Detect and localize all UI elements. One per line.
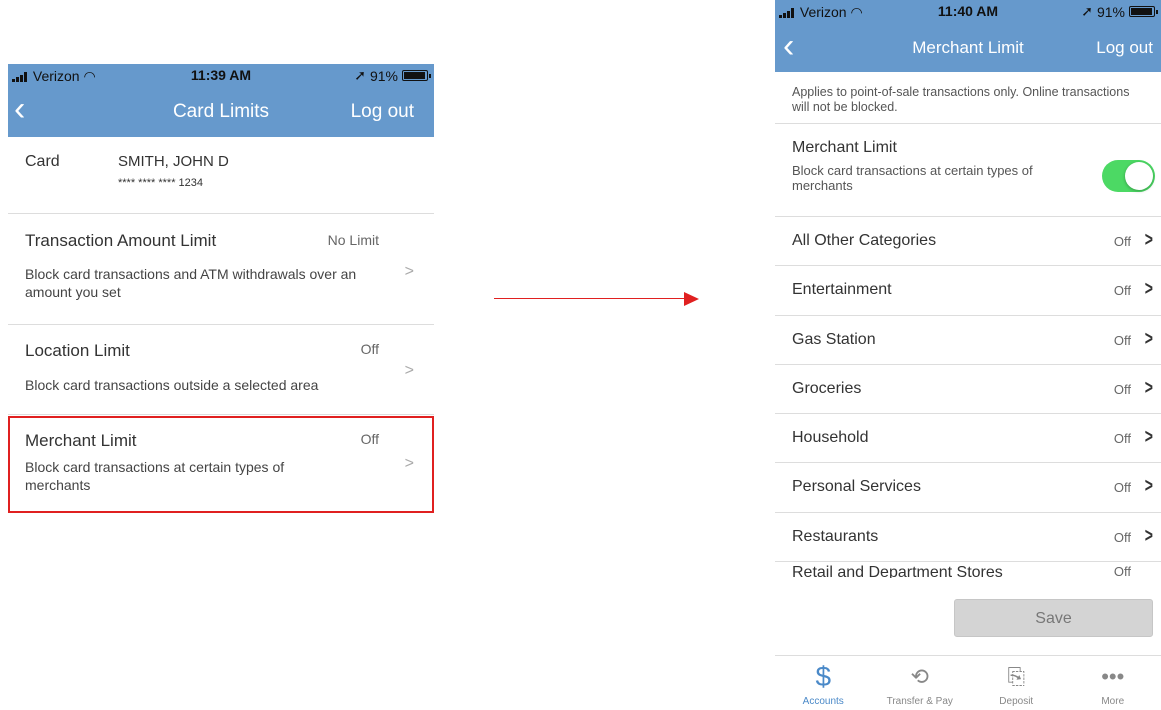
- merchant-limit-screen: Verizon ◠ 11:40 AM ➚ 91% ‹ Merchant Limi…: [775, 0, 1161, 710]
- category-value: Off: [1113, 564, 1131, 579]
- category-row-retail[interactable]: Retail and Department Stores Off: [775, 562, 1161, 578]
- toggle-knob: [1125, 162, 1153, 190]
- battery: ➚ 91%: [354, 67, 431, 84]
- merchant-limit-title: Merchant Limit: [792, 139, 897, 156]
- category-row-personal-services[interactable]: Personal Services Off >: [775, 463, 1161, 513]
- limit-description: Block card transactions outside a select…: [25, 377, 319, 393]
- category-value: Off: [1113, 529, 1131, 545]
- category-row-groceries[interactable]: Groceries Off >: [775, 365, 1161, 415]
- tab-label: Transfer & Pay: [886, 696, 953, 707]
- category-value: Off: [1113, 234, 1131, 249]
- category-row-gas-station[interactable]: Gas Station Off >: [775, 316, 1161, 365]
- tab-label: Deposit: [999, 696, 1034, 707]
- chevron-right-icon: >: [1145, 327, 1154, 350]
- limit-value: Off: [360, 341, 379, 357]
- category-name: Entertainment: [792, 281, 892, 299]
- logout-button[interactable]: Log out: [1096, 38, 1153, 58]
- battery-icon: [402, 70, 431, 81]
- status-bar: Verizon ◠ 11:39 AM ➚ 91%: [8, 64, 434, 87]
- category-value: Off: [1113, 480, 1131, 496]
- chevron-right-icon: >: [1145, 524, 1154, 547]
- category-name: Personal Services: [792, 478, 921, 496]
- card-label: Card: [25, 153, 60, 170]
- limit-title: Location Limit: [25, 341, 130, 360]
- save-button[interactable]: Save: [954, 599, 1153, 637]
- location-limit-row[interactable]: Location Limit Off Block card transactio…: [8, 325, 434, 415]
- limit-title: Transaction Amount Limit: [25, 231, 217, 250]
- card-limits-screen: Verizon ◠ 11:39 AM ➚ 91% ‹ Card Limits L…: [8, 64, 434, 524]
- tab-bar: $ Accounts ⟲ Transfer & Pay ⎘ Deposit ••…: [775, 655, 1161, 710]
- status-bar: Verizon ◠ 11:40 AM ➚ 91%: [775, 0, 1161, 27]
- category-row-all-other[interactable]: All Other Categories Off >: [775, 217, 1161, 267]
- transaction-amount-limit-row[interactable]: Transaction Amount Limit No Limit Block …: [8, 214, 434, 325]
- merchant-limit-toggle-row: Merchant Limit Block card transactions a…: [775, 124, 1161, 217]
- location-icon: ➚: [1081, 3, 1093, 19]
- battery: ➚ 91%: [1081, 3, 1158, 20]
- tab-deposit[interactable]: ⎘ Deposit: [968, 656, 1065, 710]
- category-value: Off: [1113, 332, 1131, 348]
- tab-label: More: [1101, 696, 1125, 707]
- nav-bar: ‹ Merchant Limit Log out: [775, 27, 1161, 72]
- card-info: Card SMITH, JOHN D **** **** **** 1234: [8, 137, 434, 214]
- category-name: Restaurants: [792, 527, 879, 545]
- tab-accounts[interactable]: $ Accounts: [775, 656, 872, 710]
- chevron-right-icon: >: [1145, 229, 1154, 251]
- tab-transfer-pay[interactable]: ⟲ Transfer & Pay: [872, 656, 969, 710]
- chevron-right-icon: >: [404, 263, 414, 280]
- category-name: Retail and Department Stores: [792, 564, 1003, 579]
- card-number: **** **** **** 1234: [118, 177, 204, 189]
- merchant-limit-toggle[interactable]: [1102, 160, 1155, 192]
- tab-label: Accounts: [802, 696, 844, 707]
- merchant-limit-description: Block card transactions at certain types…: [792, 163, 1033, 193]
- dollar-icon: $: [815, 661, 832, 692]
- arrow-line: [494, 298, 686, 299]
- category-row-restaurants[interactable]: Restaurants Off >: [775, 513, 1161, 563]
- chevron-right-icon: >: [1145, 475, 1154, 498]
- category-name: Household: [792, 429, 869, 447]
- logout-button[interactable]: Log out: [351, 101, 414, 123]
- save-area: Save: [775, 583, 1161, 652]
- chevron-right-icon: >: [1145, 376, 1154, 399]
- category-row-entertainment[interactable]: Entertainment Off >: [775, 266, 1161, 316]
- limit-value: No Limit: [327, 232, 379, 248]
- arrow-head: [684, 292, 699, 306]
- deposit-icon: ⎘: [1007, 664, 1026, 689]
- chevron-right-icon: >: [1145, 426, 1154, 449]
- category-name: Groceries: [792, 379, 862, 397]
- category-name: Gas Station: [792, 330, 876, 348]
- notice-text: Applies to point-of-sale transactions on…: [775, 72, 1161, 124]
- nav-bar: ‹ Card Limits Log out: [8, 87, 434, 137]
- category-value: Off: [1113, 431, 1131, 447]
- chevron-right-icon: >: [404, 362, 414, 379]
- category-value: Off: [1113, 283, 1131, 299]
- limit-description: Block card transactions and ATM withdraw…: [25, 266, 357, 300]
- category-name: All Other Categories: [792, 232, 937, 249]
- transfer-icon: ⟲: [910, 664, 929, 689]
- tab-more[interactable]: ••• More: [1065, 656, 1161, 710]
- card-holder-name: SMITH, JOHN D: [118, 153, 229, 170]
- more-icon: •••: [1101, 664, 1125, 689]
- highlight-box: [8, 416, 434, 513]
- category-row-household[interactable]: Household Off >: [775, 414, 1161, 464]
- battery-icon: [1129, 6, 1158, 17]
- category-value: Off: [1113, 381, 1131, 397]
- location-icon: ➚: [354, 67, 366, 83]
- chevron-right-icon: >: [1145, 278, 1154, 301]
